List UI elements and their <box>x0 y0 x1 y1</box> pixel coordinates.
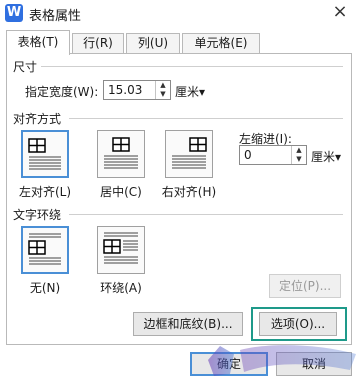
title-bar: W 表格属性 × <box>0 0 360 28</box>
wrap-none-label: 无(N) <box>29 281 61 295</box>
wrap-around-label: 环绕(A) <box>100 281 142 295</box>
indent-stepper[interactable]: ▲ ▼ <box>291 146 306 164</box>
indent-value: 0 <box>244 148 252 162</box>
width-input[interactable]: 15.03 ▲ ▼ <box>103 80 171 100</box>
wrap-around-option[interactable] <box>97 226 145 274</box>
borders-shading-button[interactable]: 边框和底纹(B)... <box>133 312 243 336</box>
tab-column[interactable]: 列(U) <box>126 33 180 54</box>
align-center-option[interactable] <box>97 130 145 178</box>
spin-up-icon[interactable]: ▲ <box>292 146 306 155</box>
align-center-label: 居中(C) <box>100 185 142 199</box>
align-left-icon <box>28 138 61 170</box>
align-left-label: 左对齐(L) <box>18 185 72 199</box>
section-divider <box>69 118 343 119</box>
tab-row[interactable]: 行(R) <box>72 33 124 54</box>
align-right-option[interactable] <box>165 130 213 178</box>
wrap-none-icon <box>28 233 61 265</box>
section-divider <box>69 214 343 215</box>
indent-input[interactable]: 0 ▲ ▼ <box>239 145 307 165</box>
width-stepper[interactable]: ▲ ▼ <box>155 81 170 99</box>
section-divider <box>41 66 343 67</box>
align-left-option[interactable] <box>21 130 69 178</box>
wps-app-icon: W <box>5 4 23 22</box>
spin-down-icon[interactable]: ▼ <box>292 155 306 164</box>
alignment-section-label: 对齐方式 <box>13 112 62 126</box>
width-value: 15.03 <box>108 83 143 97</box>
size-section-label: 尺寸 <box>13 60 38 74</box>
wrap-around-icon <box>103 232 138 264</box>
watermark-logo <box>208 345 356 376</box>
indent-unit-dropdown[interactable]: 厘米▾ <box>311 148 341 165</box>
tab-table[interactable]: 表格(T) <box>6 30 70 55</box>
spin-down-icon[interactable]: ▼ <box>156 90 170 99</box>
position-button[interactable]: 定位(P)... <box>269 274 341 298</box>
spin-up-icon[interactable]: ▲ <box>156 81 170 90</box>
wrap-none-option[interactable] <box>21 226 69 274</box>
align-center-icon <box>104 137 138 169</box>
close-button[interactable]: × <box>330 2 350 22</box>
tab-cell[interactable]: 单元格(E) <box>182 33 260 54</box>
align-right-label: 右对齐(H) <box>161 185 217 199</box>
options-button[interactable]: 选项(O)... <box>259 312 337 336</box>
window-title: 表格属性 <box>29 9 82 24</box>
wrapping-section-label: 文字环绕 <box>13 208 62 222</box>
width-unit-dropdown[interactable]: 厘米▾ <box>175 83 205 100</box>
table-properties-panel: 尺寸 指定宽度(W): 15.03 ▲ ▼ 厘米▾ 对齐方式 左对齐(L) 居中… <box>6 53 352 345</box>
width-label: 指定宽度(W): <box>25 85 99 99</box>
align-right-icon <box>172 137 207 169</box>
